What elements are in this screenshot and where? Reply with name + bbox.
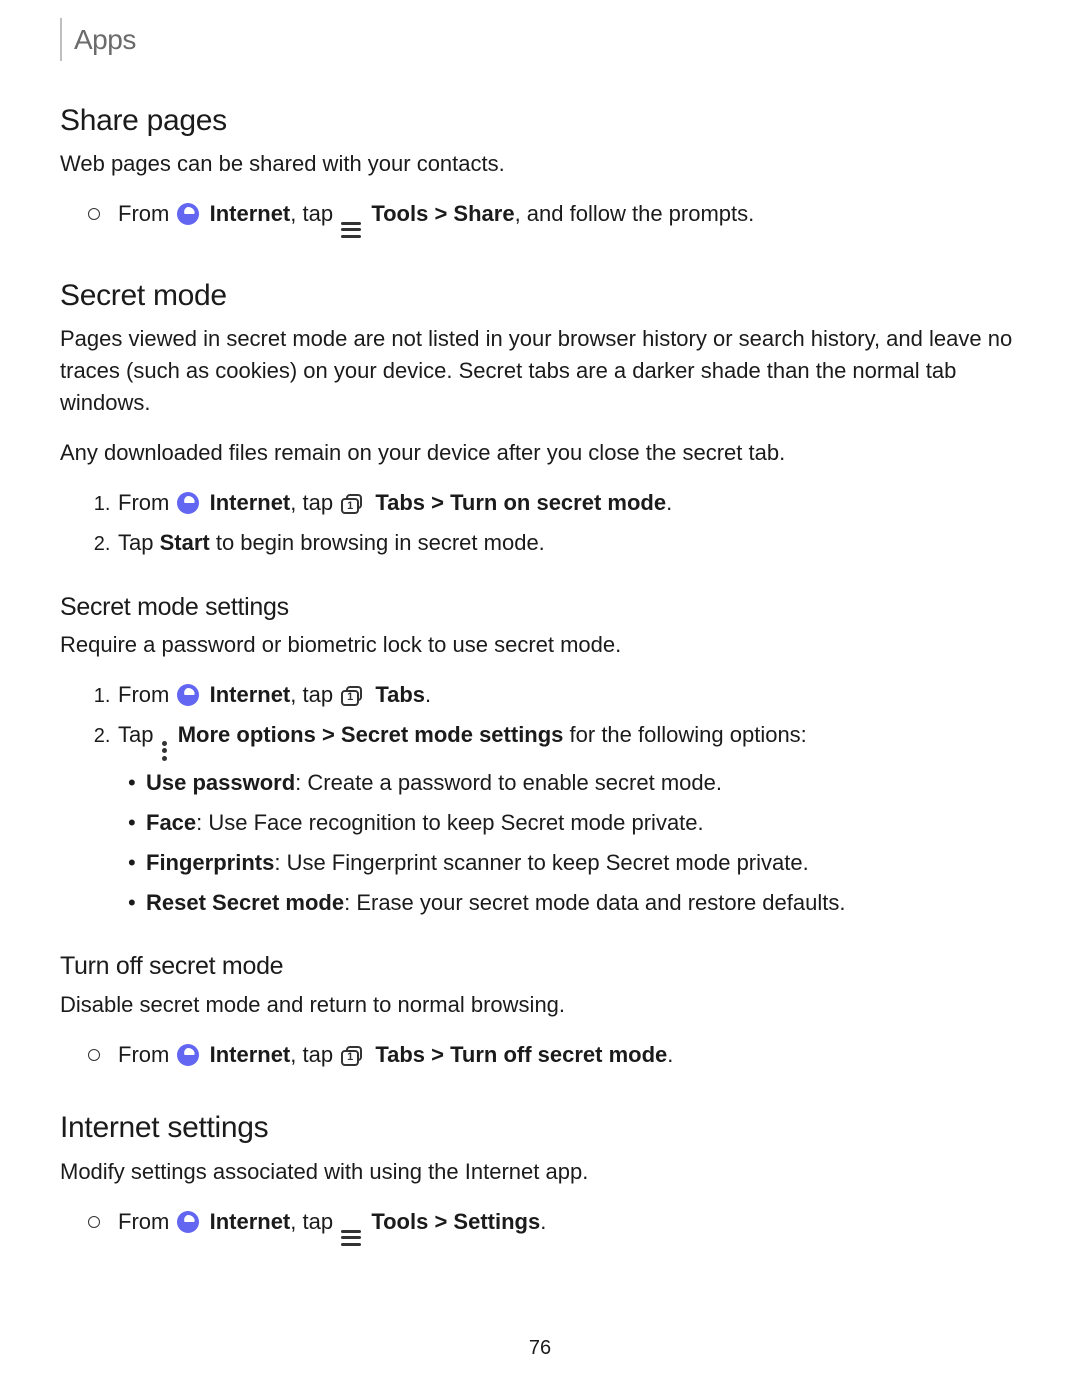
text: to begin browsing in secret mode. xyxy=(210,530,545,555)
label-more-options: More options xyxy=(178,722,316,747)
text-turnoff-intro: Disable secret mode and return to normal… xyxy=(60,989,1020,1021)
label-internet: Internet xyxy=(210,682,291,707)
tools-icon xyxy=(341,1230,361,1246)
list-turnoff-steps: From Internet, tap Tabs > Turn off secre… xyxy=(60,1039,1020,1071)
manual-page: Apps Share pages Web pages can be shared… xyxy=(0,0,1080,1397)
list-settings-options: Use password: Create a password to enabl… xyxy=(118,767,1020,919)
text: > xyxy=(425,490,450,515)
header-divider xyxy=(60,18,62,61)
list-isettings-steps: From Internet, tap Tools > Settings. xyxy=(60,1206,1020,1246)
text: . xyxy=(425,682,431,707)
text-share-intro: Web pages can be shared with your contac… xyxy=(60,148,1020,180)
heading-internet-settings: Internet settings xyxy=(60,1106,1020,1150)
text: , tap xyxy=(290,490,339,515)
internet-icon xyxy=(177,1211,199,1233)
label-face: Face xyxy=(146,810,196,835)
text: . xyxy=(667,1042,673,1067)
text: , tap xyxy=(290,201,339,226)
list-item: From Internet, tap Tools > Settings. xyxy=(116,1206,1020,1246)
text: Tap xyxy=(118,530,160,555)
text-secret-p1: Pages viewed in secret mode are not list… xyxy=(60,323,1020,419)
list-item: From Internet, tap Tools > Share, and fo… xyxy=(116,198,1020,238)
tools-icon xyxy=(341,222,361,238)
tabs-icon xyxy=(341,686,365,706)
text: : Use Fingerprint scanner to keep Secret… xyxy=(274,850,808,875)
label-turn-on: Turn on secret mode xyxy=(450,490,666,515)
text: From xyxy=(118,682,175,707)
section-share-pages: Share pages Web pages can be shared with… xyxy=(60,99,1020,238)
text: : Create a password to enable secret mod… xyxy=(295,770,722,795)
list-item: From Internet, tap Tabs > Turn on secret… xyxy=(116,487,1020,519)
internet-icon xyxy=(177,492,199,514)
list-secret-steps: From Internet, tap Tabs > Turn on secret… xyxy=(60,487,1020,559)
text: , tap xyxy=(290,682,339,707)
list-share-steps: From Internet, tap Tools > Share, and fo… xyxy=(60,198,1020,238)
text: , and follow the prompts. xyxy=(515,201,755,226)
label-secret-mode-settings: Secret mode settings xyxy=(341,722,564,747)
label-use-password: Use password xyxy=(146,770,295,795)
more-options-icon xyxy=(162,741,168,761)
text: > xyxy=(428,201,453,226)
text-isettings-intro: Modify settings associated with using th… xyxy=(60,1156,1020,1188)
internet-icon xyxy=(177,1044,199,1066)
label-start: Start xyxy=(160,530,210,555)
page-number: 76 xyxy=(0,1334,1080,1363)
label-internet: Internet xyxy=(210,1209,291,1234)
list-item: Tap Start to begin browsing in secret mo… xyxy=(116,527,1020,559)
list-item: Use password: Create a password to enabl… xyxy=(146,767,1020,799)
heading-secret-settings: Secret mode settings xyxy=(60,589,1020,625)
label-tools: Tools xyxy=(371,201,428,226)
list-item: Face: Use Face recognition to keep Secre… xyxy=(146,807,1020,839)
text: From xyxy=(118,490,175,515)
label-internet: Internet xyxy=(210,201,291,226)
list-item: Fingerprints: Use Fingerprint scanner to… xyxy=(146,847,1020,879)
text: From xyxy=(118,201,175,226)
text: Tap xyxy=(118,722,160,747)
text: : Use Face recognition to keep Secret mo… xyxy=(196,810,703,835)
header-title: Apps xyxy=(74,18,136,61)
text: . xyxy=(666,490,672,515)
text: : Erase your secret mode data and restor… xyxy=(344,890,845,915)
list-item: From Internet, tap Tabs. xyxy=(116,679,1020,711)
label-internet: Internet xyxy=(210,1042,291,1067)
list-item: Reset Secret mode: Erase your secret mod… xyxy=(146,887,1020,919)
text: > xyxy=(425,1042,450,1067)
label-tabs: Tabs xyxy=(375,682,425,707)
label-turn-off: Turn off secret mode xyxy=(450,1042,667,1067)
label-settings: Settings xyxy=(453,1209,540,1234)
text-secret-p2: Any downloaded files remain on your devi… xyxy=(60,437,1020,469)
label-fingerprints: Fingerprints xyxy=(146,850,274,875)
section-internet-settings: Internet settings Modify settings associ… xyxy=(60,1106,1020,1245)
page-header: Apps xyxy=(60,0,1020,99)
label-tabs: Tabs xyxy=(375,1042,425,1067)
list-settings-steps: From Internet, tap Tabs. Tap More option… xyxy=(60,679,1020,918)
label-tabs: Tabs xyxy=(375,490,425,515)
label-tools: Tools xyxy=(371,1209,428,1234)
text: From xyxy=(118,1042,175,1067)
label-share: Share xyxy=(453,201,514,226)
text: > xyxy=(428,1209,453,1234)
text: From xyxy=(118,1209,175,1234)
text: for the following options: xyxy=(563,722,806,747)
label-reset-secret: Reset Secret mode xyxy=(146,890,344,915)
label-internet: Internet xyxy=(210,490,291,515)
heading-secret-mode: Secret mode xyxy=(60,274,1020,318)
text: , tap xyxy=(290,1209,339,1234)
heading-share-pages: Share pages xyxy=(60,99,1020,143)
tabs-icon xyxy=(341,494,365,514)
heading-turn-off: Turn off secret mode xyxy=(60,948,1020,984)
section-secret-mode: Secret mode Pages viewed in secret mode … xyxy=(60,274,1020,1070)
text-settings-intro: Require a password or biometric lock to … xyxy=(60,629,1020,661)
text: , tap xyxy=(290,1042,339,1067)
list-item: From Internet, tap Tabs > Turn off secre… xyxy=(116,1039,1020,1071)
list-item: Tap More options > Secret mode settings … xyxy=(116,719,1020,919)
internet-icon xyxy=(177,684,199,706)
internet-icon xyxy=(177,203,199,225)
tabs-icon xyxy=(341,1046,365,1066)
text: . xyxy=(540,1209,546,1234)
text: > xyxy=(316,722,341,747)
